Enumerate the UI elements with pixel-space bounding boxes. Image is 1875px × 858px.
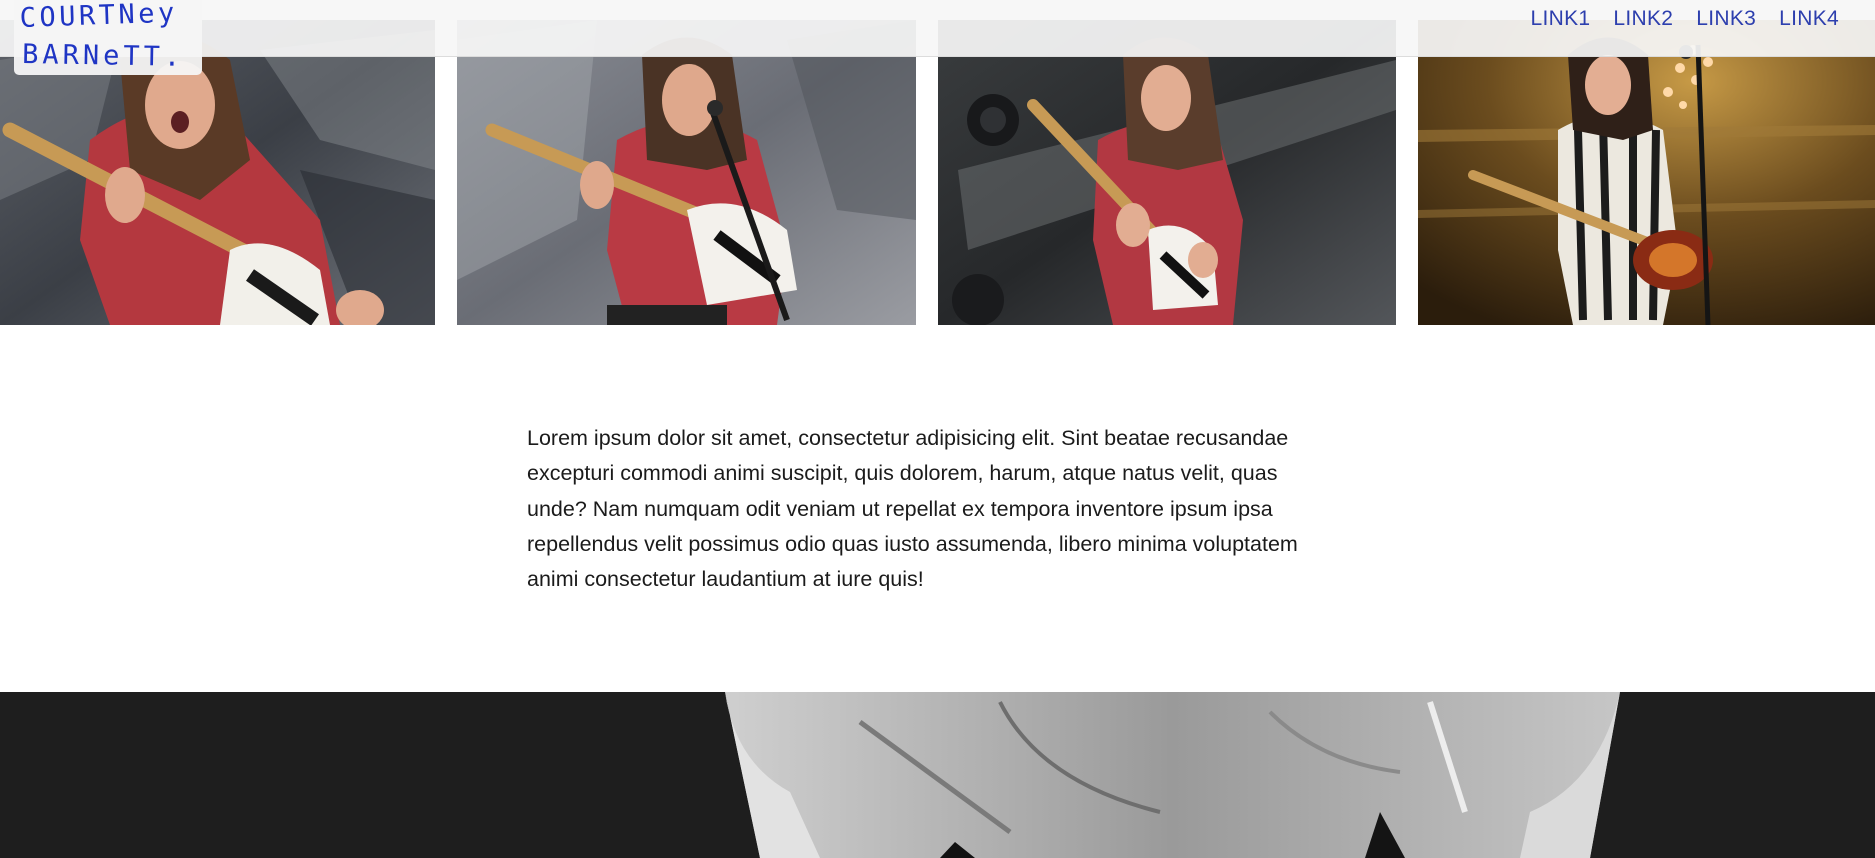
gallery-photo-4[interactable] [1418,20,1875,325]
nav-link-2[interactable]: LINK2 [1613,7,1673,31]
bw-performer-photo [0,692,1875,858]
gallery-photo-2[interactable] [457,20,916,325]
concert-photo-4 [1418,20,1875,325]
gallery-photo-3[interactable] [938,20,1396,325]
brand-logo[interactable]: COURTNey BARNeTT. [14,0,202,75]
brand-line-1: COURTNey [19,0,178,34]
intro-paragraph: Lorem ipsum dolor sit amet, consectetur … [527,426,1298,592]
nav-link-1[interactable]: LINK1 [1531,7,1591,31]
hero-image [0,692,1875,858]
nav-link-3[interactable]: LINK3 [1696,7,1756,31]
concert-photo-2 [457,20,916,325]
brand-logo-handwriting: COURTNey BARNeTT. [19,0,185,73]
concert-photo-3 [938,20,1396,325]
photo-gallery [0,20,1875,325]
main-nav: LINK1 LINK2 LINK3 LINK4 [1531,7,1840,31]
brand-line-2: BARNeTT. [22,39,185,73]
nav-link-4[interactable]: LINK4 [1779,7,1839,31]
